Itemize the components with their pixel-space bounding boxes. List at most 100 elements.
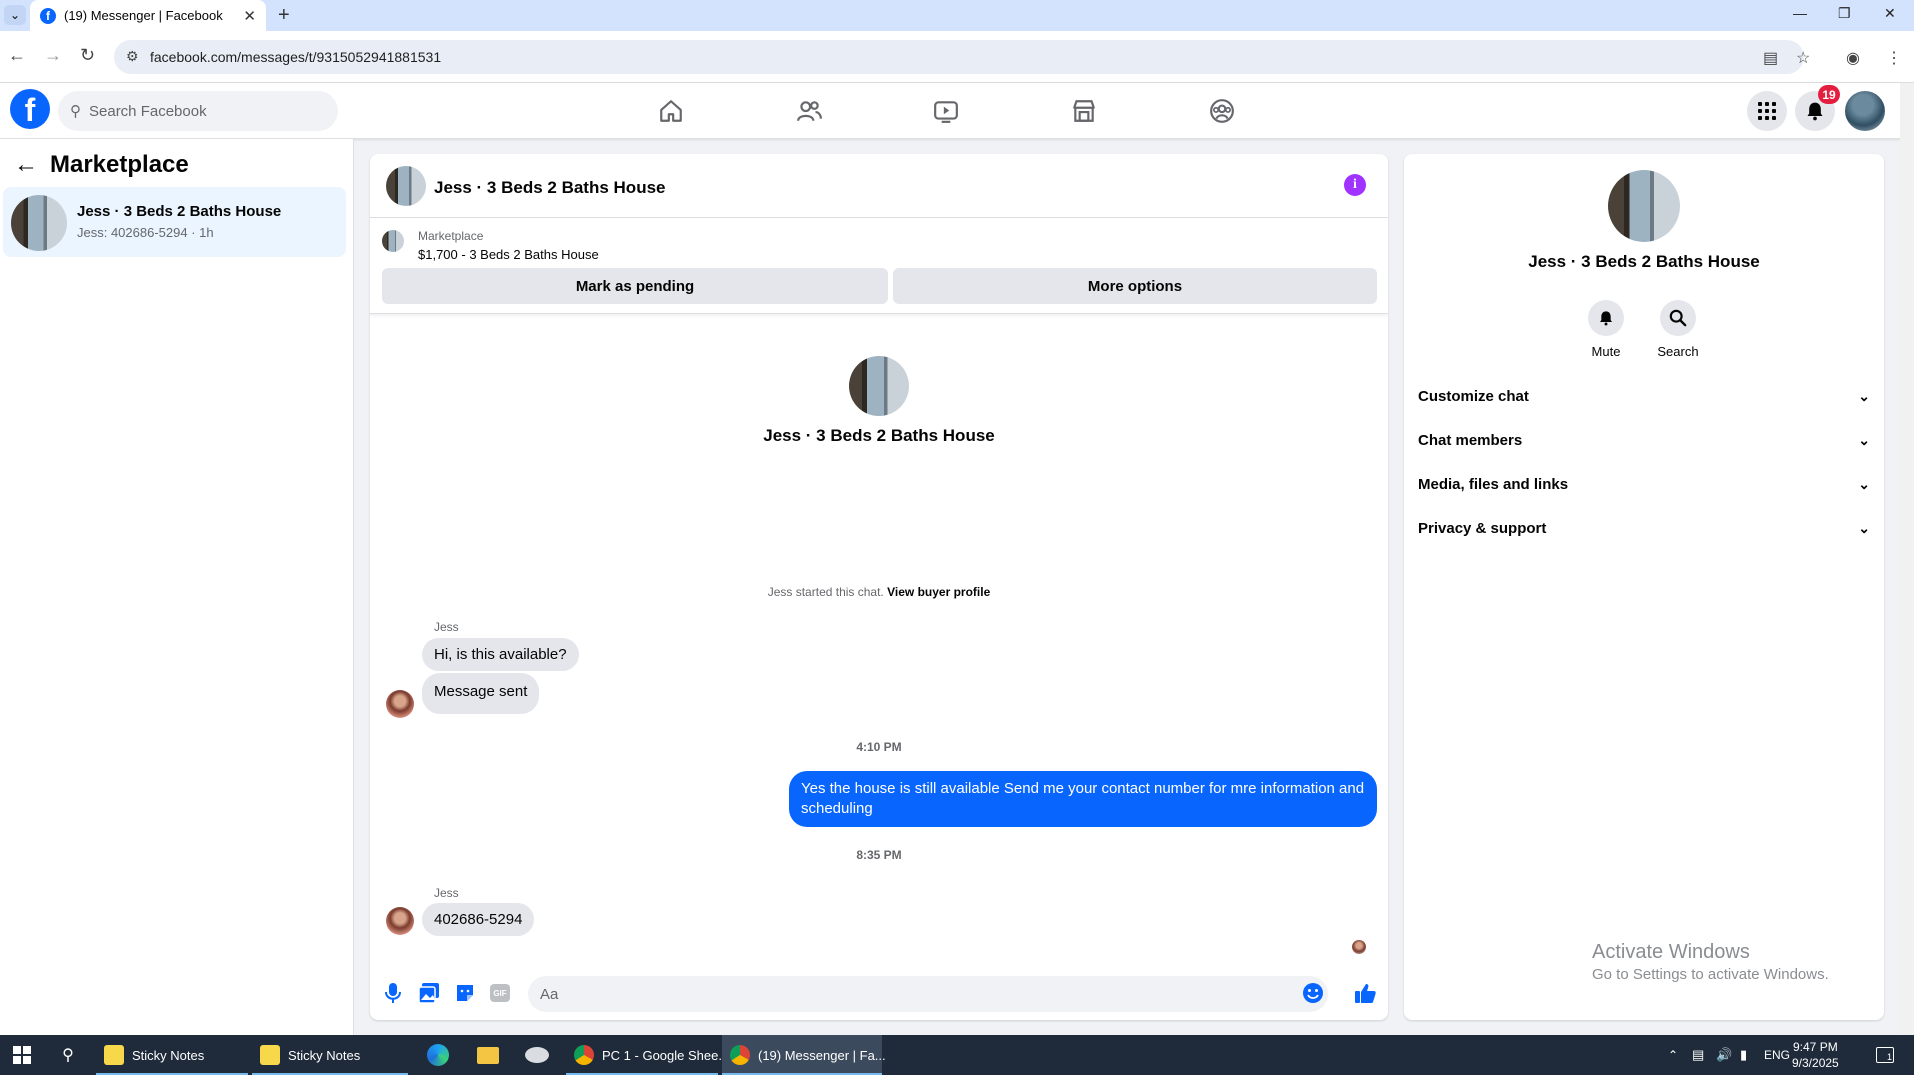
view-buyer-profile-link[interactable]: View buyer profile [887,585,990,599]
bell-icon [1588,300,1624,336]
friends-icon[interactable] [793,95,825,127]
message-composer: GIF [370,966,1388,1020]
taskbar-chrome-sheets[interactable]: PC 1 - Google Shee... [566,1035,729,1075]
language-indicator[interactable]: ENG [1764,1035,1790,1075]
chevron-down-icon: ⌄ [1858,387,1870,404]
more-options-button[interactable]: More options [893,268,1377,304]
taskbar-app-icon[interactable] [522,1035,552,1075]
show-hidden-icons[interactable]: ⌃ [1668,1035,1678,1075]
site-settings-icon[interactable]: ⚙ [126,48,139,65]
taskbar-label: (19) Messenger | Fa... [758,1047,886,1063]
notification-count: 1 [1876,1047,1894,1063]
page-scrollbar[interactable] [1900,83,1914,1035]
search-in-chat-button[interactable]: Search [1648,300,1708,359]
action-center-icon[interactable]: 1 [1870,1035,1900,1075]
tab-search-button[interactable]: ⌄ [4,5,26,25]
notification-count-badge: 19 [1818,85,1840,104]
new-tab-button[interactable]: + [278,4,290,27]
menu-grid-icon[interactable] [1747,91,1787,131]
message-input[interactable] [528,976,1328,1012]
browser-tab-active[interactable]: f (19) Messenger | Facebook ✕ [30,0,266,31]
account-avatar[interactable] [1845,91,1885,131]
media-files-links-row[interactable]: Media, files and links ⌄ [1418,464,1870,504]
app-icon [525,1047,549,1063]
conversation-item[interactable]: Jess · 3 Beds 2 Baths House Jess: 402686… [3,187,346,257]
sender-name: Jess [434,886,459,900]
customize-chat-row[interactable]: Customize chat ⌄ [1418,376,1870,416]
minimize-icon[interactable]: — [1793,5,1807,21]
restore-icon[interactable]: ❐ [1838,5,1851,22]
battery-icon[interactable]: ▮ [1740,1035,1747,1075]
microphone-icon[interactable] [382,982,404,1004]
taskbar-label: PC 1 - Google Shee... [602,1047,730,1063]
privacy-support-row[interactable]: Privacy & support ⌄ [1418,508,1870,548]
profile-icon[interactable]: ◉ [1846,48,1860,68]
edge-icon [427,1044,449,1066]
info-icon[interactable]: i [1344,174,1366,196]
chat-started-notice: Jess started this chat. View buyer profi… [370,585,1388,599]
chevron-down-icon: ⌄ [1858,431,1870,448]
system-clock[interactable]: 9:47 PM 9/3/2025 [1792,1039,1839,1071]
back-icon[interactable]: ← [8,45,26,66]
conversation-preview: Jess: 402686-5294 · 1h [77,225,214,240]
taskbar-file-explorer-icon[interactable] [474,1035,502,1075]
home-icon[interactable] [655,95,687,127]
mark-as-pending-button[interactable]: Mark as pending [382,268,888,304]
address-bar[interactable]: ⚙ facebook.com/messages/t/93150529418815… [114,40,1804,74]
sender-avatar[interactable] [386,690,414,718]
details-avatar[interactable] [1608,170,1680,242]
video-icon[interactable] [930,95,962,127]
conversation-name: Jess · 3 Beds 2 Baths House [77,203,282,220]
bookmark-star-icon[interactable]: ☆ [1796,48,1810,68]
sender-name: Jess [434,620,459,634]
search-placeholder: Search Facebook [89,102,207,120]
forward-icon[interactable]: → [44,45,62,66]
incoming-message[interactable]: Message sent [422,673,540,714]
row-label: Privacy & support [1418,519,1547,537]
sticker-icon[interactable] [454,982,476,1004]
facebook-favicon-icon: f [40,7,56,24]
marketplace-icon[interactable] [1068,95,1100,127]
thumbs-up-icon[interactable] [1354,982,1376,1004]
tab-close-icon[interactable]: ✕ [243,7,256,25]
intro-name: Jess · 3 Beds 2 Baths House [763,426,995,445]
start-button[interactable] [8,1035,36,1075]
back-arrow-icon[interactable]: ← [14,151,38,179]
chevron-down-icon: ⌄ [1858,475,1870,492]
gif-icon[interactable]: GIF [489,982,511,1004]
volume-icon[interactable]: 🔊 [1716,1035,1732,1075]
photo-icon[interactable] [418,982,440,1004]
timestamp: 8:35 PM [856,848,902,862]
window-close-icon[interactable]: ✕ [1884,5,1896,22]
taskbar-label: Sticky Notes [132,1047,205,1063]
mute-label: Mute [1591,344,1621,359]
listing-thumbnail[interactable] [382,230,404,252]
taskbar-search-icon[interactable]: ⚲ [56,1035,80,1075]
taskbar-label: Sticky Notes [288,1047,361,1063]
reload-icon[interactable]: ↻ [80,45,95,66]
sender-avatar[interactable] [386,907,414,935]
chrome-menu-icon[interactable]: ⋮ [1886,48,1902,68]
chat-title[interactable]: Jess · 3 Beds 2 Baths House [434,178,665,198]
listing-title[interactable]: $1,700 - 3 Beds 2 Baths House [418,247,599,262]
emoji-icon[interactable] [1302,982,1324,1004]
mute-button[interactable]: Mute [1576,300,1636,359]
folder-icon [477,1046,499,1064]
network-icon[interactable]: ▤ [1692,1035,1704,1075]
chat-avatar[interactable] [386,166,426,206]
facebook-search-box[interactable]: ⚲ Search Facebook [58,91,338,131]
incoming-message[interactable]: 402686-5294 [422,903,535,936]
taskbar-sticky-notes-2[interactable]: Sticky Notes [252,1035,408,1075]
taskbar-chrome-messenger[interactable]: (19) Messenger | Fa... [722,1035,886,1075]
windows-activation-watermark: Activate Windows Go to Settings to activ… [1592,941,1829,983]
row-label: Customize chat [1418,387,1529,405]
outgoing-message[interactable]: Yes the house is still available Send me… [789,771,1377,827]
chat-members-row[interactable]: Chat members ⌄ [1418,420,1870,460]
install-app-icon[interactable]: ▤ [1763,48,1778,68]
facebook-logo-icon[interactable]: f [10,89,50,129]
incoming-message[interactable]: Hi, is this available? [422,638,579,671]
clock-date: 9/3/2025 [1792,1056,1839,1070]
taskbar-edge-icon[interactable] [424,1035,452,1075]
taskbar-sticky-notes-1[interactable]: Sticky Notes [96,1035,248,1075]
groups-icon[interactable] [1206,95,1238,127]
